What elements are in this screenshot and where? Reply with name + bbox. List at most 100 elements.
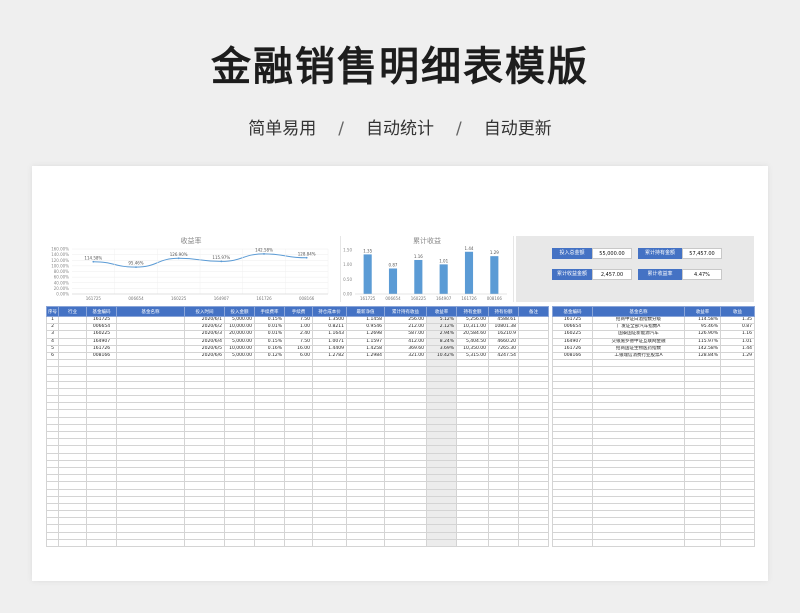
table-cell[interactable]	[592, 517, 685, 526]
table-cell[interactable]	[684, 366, 721, 375]
table-row[interactable]: 1 161725 2020/6/1 5,000.00 0.15% 7.50 1.3500 1.…	[46, 315, 549, 325]
table-cell[interactable]	[284, 423, 313, 433]
table-cell[interactable]	[284, 445, 313, 454]
table-cell[interactable]: 10801.38	[488, 323, 519, 332]
table-cell[interactable]: 128.84%	[684, 351, 721, 361]
table-cell[interactable]	[224, 380, 255, 389]
table-cell[interactable]	[46, 459, 59, 468]
table-cell[interactable]	[46, 517, 59, 526]
table-cell[interactable]: 4660.20	[488, 337, 519, 346]
table-cell[interactable]	[86, 380, 117, 389]
table-cell[interactable]	[86, 524, 117, 533]
table-cell[interactable]	[720, 366, 755, 375]
table-cell[interactable]	[254, 459, 285, 468]
table-row[interactable]	[552, 459, 755, 468]
table-cell[interactable]	[384, 359, 427, 368]
table-cell[interactable]	[720, 430, 755, 440]
table-cell[interactable]: 1.4409	[312, 344, 347, 353]
table-cell[interactable]	[518, 459, 549, 468]
table-cell[interactable]	[184, 531, 225, 540]
table-cell[interactable]	[426, 524, 457, 533]
table-cell[interactable]	[518, 344, 549, 353]
table-cell[interactable]	[346, 387, 385, 397]
table-row[interactable]	[46, 395, 549, 404]
table-cell[interactable]	[254, 366, 285, 375]
table-cell[interactable]	[86, 474, 117, 483]
table-cell[interactable]: 164907	[86, 337, 117, 346]
table-cell[interactable]	[116, 438, 185, 447]
table-cell[interactable]	[254, 423, 285, 433]
table-row[interactable]	[552, 538, 755, 548]
table-cell[interactable]: 1.1458	[346, 315, 385, 325]
table-cell[interactable]: 7265.30	[488, 344, 519, 353]
table-cell[interactable]	[518, 495, 549, 504]
table-cell[interactable]	[592, 466, 685, 476]
table-cell[interactable]	[184, 380, 225, 389]
table-row[interactable]	[552, 359, 755, 368]
table-cell[interactable]	[720, 481, 755, 490]
table-cell[interactable]	[86, 409, 117, 418]
table-cell[interactable]: 20,000.00	[224, 330, 255, 339]
table-cell[interactable]	[116, 488, 185, 497]
table-cell[interactable]: 5,315.00	[456, 351, 489, 361]
table-cell[interactable]: 1.4258	[346, 344, 385, 353]
table-cell[interactable]	[592, 495, 685, 504]
table-cell[interactable]	[518, 510, 549, 519]
table-cell[interactable]	[184, 538, 225, 548]
table-cell[interactable]	[456, 524, 489, 533]
column-header[interactable]: 手续费	[284, 306, 313, 317]
table-row[interactable]	[46, 423, 549, 433]
table-cell[interactable]	[224, 531, 255, 540]
table-cell[interactable]	[284, 531, 313, 540]
table-cell[interactable]	[116, 423, 185, 433]
table-cell[interactable]: 164907	[552, 337, 593, 346]
table-cell[interactable]: 0.15%	[254, 337, 285, 346]
table-cell[interactable]	[384, 373, 427, 382]
table-cell[interactable]	[116, 481, 185, 490]
table-row[interactable]	[552, 366, 755, 375]
table-cell[interactable]	[488, 495, 519, 504]
table-cell[interactable]: 2.12%	[426, 323, 457, 332]
table-cell[interactable]	[384, 459, 427, 468]
table-cell[interactable]	[346, 459, 385, 468]
table-cell[interactable]	[518, 359, 549, 368]
table-cell[interactable]	[86, 402, 117, 411]
table-cell[interactable]	[312, 416, 347, 425]
table-cell[interactable]	[312, 510, 347, 519]
table-cell[interactable]	[456, 373, 489, 382]
table-cell[interactable]	[346, 488, 385, 497]
table-cell[interactable]	[384, 409, 427, 418]
table-row[interactable]	[46, 452, 549, 461]
table-cell[interactable]	[254, 409, 285, 418]
table-cell[interactable]	[592, 423, 685, 433]
table-cell[interactable]	[224, 495, 255, 504]
table-cell[interactable]: 10,311.00	[456, 323, 489, 332]
table-cell[interactable]	[384, 517, 427, 526]
table-cell[interactable]	[116, 474, 185, 483]
table-cell[interactable]	[518, 430, 549, 440]
table-row[interactable]	[46, 538, 549, 548]
table-cell[interactable]	[346, 466, 385, 476]
table-cell[interactable]	[384, 538, 427, 548]
table-cell[interactable]: 10,350.00	[456, 344, 489, 353]
table-row[interactable]	[552, 502, 755, 512]
table-cell[interactable]	[224, 409, 255, 418]
table-cell[interactable]: 5	[46, 344, 59, 353]
table-cell[interactable]	[552, 531, 593, 540]
table-cell[interactable]	[58, 387, 87, 397]
table-cell[interactable]	[46, 502, 59, 512]
table-cell[interactable]	[552, 380, 593, 389]
table-cell[interactable]	[284, 380, 313, 389]
table-cell[interactable]	[346, 395, 385, 404]
table-cell[interactable]	[284, 510, 313, 519]
table-cell[interactable]	[684, 481, 721, 490]
table-cell[interactable]	[46, 395, 59, 404]
table-cell[interactable]	[684, 495, 721, 504]
table-cell[interactable]	[58, 495, 87, 504]
table-cell[interactable]	[224, 445, 255, 454]
table-cell[interactable]	[684, 445, 721, 454]
table-cell[interactable]: 5,000.00	[224, 337, 255, 346]
table-row[interactable]	[552, 474, 755, 483]
table-row[interactable]	[552, 409, 755, 418]
table-cell[interactable]	[720, 488, 755, 497]
